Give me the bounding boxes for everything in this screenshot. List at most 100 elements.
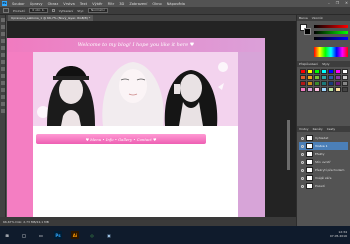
style-swatch[interactable] [307,69,313,74]
crop-tool-icon[interactable] [1,39,5,43]
document-canvas[interactable]: Welcome to my blog! I hope you like it h… [7,38,265,228]
style-swatch[interactable] [321,81,327,86]
menu-filter[interactable]: Filtr [108,2,115,6]
tab-adjustments[interactable]: Přizpůsobení [299,62,318,66]
photoshop-taskbar-icon[interactable]: Ps [54,231,62,239]
marquee-tool-icon[interactable] [1,25,5,29]
tab-swatches[interactable]: Vzorník [312,16,323,20]
tab-paths[interactable]: Cesty [327,127,335,131]
menu-file[interactable]: Soubor [12,2,25,6]
menu-select[interactable]: Výběr [92,2,102,6]
menu-text[interactable]: Text [80,2,87,6]
close-icon[interactable]: ✕ [345,1,348,5]
style-swatch[interactable] [321,75,327,80]
style-swatch[interactable] [342,75,348,80]
layer-row[interactable]: Vrstva 1 [299,142,348,150]
tab-channels[interactable]: Kanály [313,127,323,131]
pen-tool-icon[interactable] [1,88,5,92]
tab-styles[interactable]: Styly [322,62,329,66]
style-swatch[interactable] [307,87,313,92]
layer-row[interactable]: Stín uvnitř [299,158,348,166]
style-swatch[interactable] [335,69,341,74]
style-select[interactable]: Normální [87,8,108,13]
start-icon[interactable]: ⊞ [3,231,11,239]
style-swatch[interactable] [321,69,327,74]
lasso-tool-icon[interactable] [1,32,5,36]
minimize-icon[interactable]: – [328,1,330,5]
move-tool-icon[interactable] [1,18,5,22]
style-swatch[interactable] [328,81,334,86]
style-swatch[interactable] [342,69,348,74]
style-swatch[interactable] [328,87,334,92]
style-swatch[interactable] [307,81,313,86]
shape-tool-icon[interactable] [1,95,5,99]
green-slider[interactable] [314,31,348,34]
zoom-tool-icon[interactable] [1,109,5,113]
eyedropper-tool-icon[interactable] [1,46,5,50]
layer-name: Vnější záře [315,176,332,180]
visibility-eye-icon[interactable] [301,144,304,148]
visibility-eye-icon[interactable] [301,152,304,156]
style-swatch[interactable] [314,75,320,80]
feather-label: Prolnutí: [13,8,26,13]
style-swatch[interactable] [328,75,334,80]
menu-layer[interactable]: Vrstva [63,2,75,6]
style-swatch[interactable] [335,81,341,86]
style-swatch[interactable] [314,87,320,92]
tab-layers[interactable]: Vrstvy [299,127,309,131]
visibility-eye-icon[interactable] [301,160,304,164]
color-spectrum[interactable] [314,47,348,57]
style-swatch[interactable] [335,75,341,80]
text-tool-icon[interactable] [1,81,5,85]
maximize-icon[interactable]: ❐ [336,1,339,5]
eraser-tool-icon[interactable] [1,67,5,71]
background-color-swatch[interactable] [304,28,311,35]
vertical-scrollbar[interactable] [287,120,290,170]
blue-slider[interactable] [314,37,348,40]
style-swatch[interactable] [342,87,348,92]
browser-taskbar-icon[interactable]: ◎ [88,231,96,239]
search-icon[interactable]: ◯ [20,231,28,239]
style-swatch[interactable] [307,75,313,80]
navigation-bar[interactable]: ♥ Menu • Info • Gallery • Contact ♥ [36,134,206,144]
style-swatch[interactable] [300,87,306,92]
visibility-eye-icon[interactable] [301,168,304,172]
menu-edit[interactable]: Úpravy [30,2,43,6]
style-swatch[interactable] [314,81,320,86]
visibility-eye-icon[interactable] [301,176,304,180]
style-swatch[interactable] [335,87,341,92]
marquee-tool-icon[interactable] [3,8,9,13]
gradient-tool-icon[interactable] [1,74,5,78]
feather-input[interactable]: 0 obr. b. [29,8,48,13]
tab-color[interactable]: Barva [299,16,308,20]
layer-name: Efekty [315,152,325,156]
layer-row[interactable]: Efekty [299,150,348,158]
style-swatch[interactable] [314,69,320,74]
menu-view[interactable]: Zobrazení [129,2,147,6]
visibility-eye-icon[interactable] [301,136,304,140]
style-swatch[interactable] [328,69,334,74]
style-swatch[interactable] [300,75,306,80]
layer-row[interactable]: Překrytí přechodem [299,166,348,174]
menu-image[interactable]: Obraz [48,2,59,6]
style-swatch[interactable] [300,69,306,74]
task-view-icon[interactable]: ▭ [37,231,45,239]
style-swatch[interactable] [300,81,306,86]
style-swatch[interactable] [321,87,327,92]
menu-3d[interactable]: 3D [119,2,124,6]
hand-tool-icon[interactable] [1,102,5,106]
layer-row[interactable]: Vyhledat [299,134,348,142]
antialias-checkbox[interactable] [51,9,55,12]
menu-window[interactable]: Okno [152,2,161,6]
layer-row[interactable]: Vnější záře [299,174,348,182]
layer-row[interactable]: Pozadí [299,182,348,190]
explorer-taskbar-icon[interactable]: ▣ [105,231,113,239]
brush-tool-icon[interactable] [1,53,5,57]
stamp-tool-icon[interactable] [1,60,5,64]
style-swatch[interactable] [342,81,348,86]
visibility-eye-icon[interactable] [301,184,304,188]
illustrator-taskbar-icon[interactable]: Ai [71,231,79,239]
red-slider[interactable] [314,25,348,28]
workspace: Welcome to my blog! I hope you like it h… [7,21,296,228]
menu-help[interactable]: Nápověda [167,2,185,6]
